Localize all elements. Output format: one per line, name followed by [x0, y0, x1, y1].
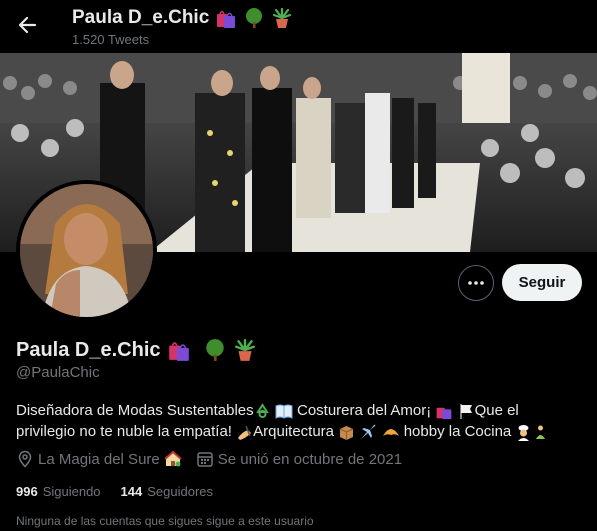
location: La Magia del Sure — [16, 450, 182, 468]
shopping-bags-icon — [217, 10, 236, 28]
house-icon — [164, 450, 182, 467]
avatar[interactable] — [16, 180, 157, 321]
meditation-icon — [536, 425, 546, 439]
back-arrow-icon — [18, 16, 37, 34]
calendar-icon — [197, 452, 213, 467]
croissant-icon — [382, 429, 399, 437]
header-text: Paula D_e.Chic 1.520 Tweets — [72, 6, 293, 47]
followers-count: 144 — [120, 484, 143, 499]
join-date: Se unió en octubre de 2021 — [196, 450, 402, 468]
display-name: Paula D_e.Chic — [16, 339, 161, 361]
header-name-row: Paula D_e.Chic — [72, 6, 293, 30]
avatar-image — [20, 184, 153, 317]
location-text: La Magia del Sure — [38, 450, 160, 468]
bio: Diseñadora de Modas Sustentables Costure… — [16, 400, 586, 442]
more-button[interactable] — [458, 265, 494, 301]
bio-text: Diseñadora de Modas Sustentables — [16, 402, 254, 419]
book-icon — [275, 404, 293, 419]
handle: @PaulaChic — [16, 364, 100, 381]
following-link[interactable]: 996 Siguiendo — [16, 484, 101, 499]
followers-you-know: Ninguna de las cuentas que sigues sigue … — [16, 514, 314, 528]
follow-button[interactable]: Seguir — [502, 264, 582, 301]
following-label: Siguiendo — [42, 484, 101, 499]
bio-text: privilegio no te nuble la empatía! — [16, 423, 237, 440]
white-flag-icon — [459, 403, 472, 419]
potted-plant-icon — [273, 7, 292, 28]
back-button[interactable] — [12, 10, 42, 40]
bio-text: hobby la Cocina — [399, 423, 516, 440]
followers-label: Seguidores — [147, 484, 214, 499]
recycle-icon — [255, 402, 269, 418]
cook-icon — [518, 424, 530, 441]
more-icon — [468, 281, 484, 285]
top-bar: Paula D_e.Chic 1.520 Tweets — [0, 0, 597, 53]
tweet-count: 1.520 Tweets — [72, 32, 150, 47]
potted-plant-icon — [234, 338, 255, 361]
display-name-row: Paula D_e.Chic — [16, 336, 257, 364]
bio-text: Arquitectura — [253, 423, 339, 440]
followers-link[interactable]: 144 Seguidores — [121, 484, 213, 499]
shopping-bags-icon — [437, 407, 452, 420]
join-date-text: Se unió en octubre de 2021 — [217, 450, 403, 468]
tree-icon — [246, 8, 263, 28]
following-count: 996 — [16, 484, 38, 499]
header-name: Paula D_e.Chic — [72, 7, 210, 28]
bio-text: Costurera del Amor¡ — [292, 402, 436, 419]
follow-stats: 996 Siguiendo 144 Seguidores — [16, 484, 213, 499]
profile-meta: La Magia del Sure Se unió en octubre de … — [16, 450, 402, 468]
shopping-bags-icon — [168, 342, 189, 361]
bio-text: Que el — [474, 402, 519, 419]
tree-icon — [205, 339, 224, 361]
airplane-icon — [361, 424, 376, 440]
location-icon — [18, 450, 32, 468]
package-icon — [339, 425, 354, 440]
writing-hand-icon — [238, 425, 252, 440]
